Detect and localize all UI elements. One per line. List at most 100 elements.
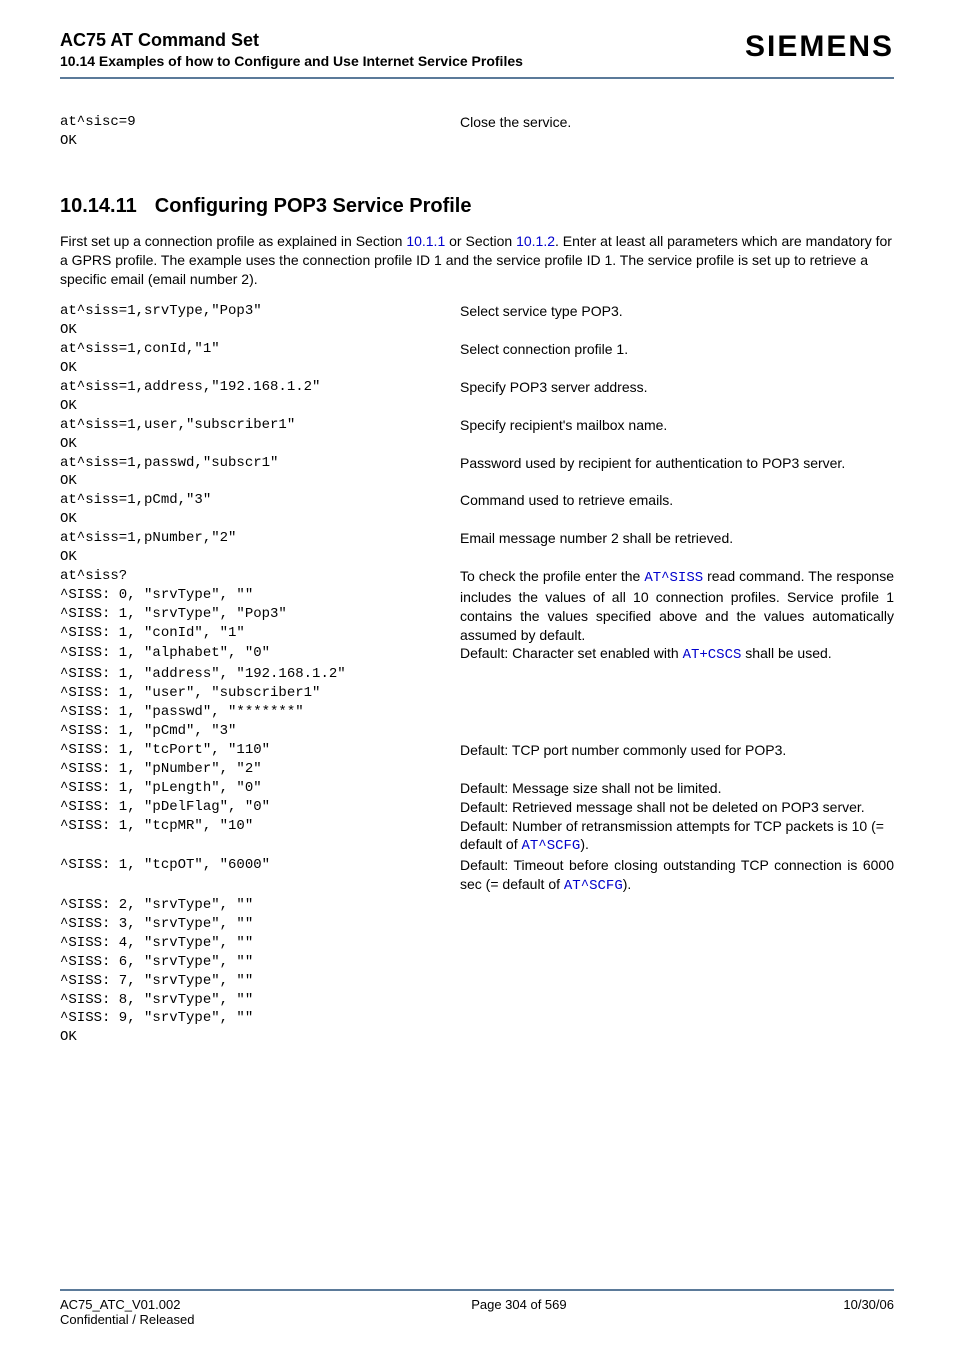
code-cell-group: at^siss=1,passwd,"subscr1" OK — [60, 454, 460, 492]
code-cell: ^SISS: 1, "user", "subscriber1" — [60, 684, 460, 703]
page-footer: AC75_ATC_V01.002 Confidential / Released… — [60, 1289, 894, 1327]
desc-cell: Command used to retrieve emails. — [460, 491, 894, 510]
code-cell-group: at^siss? ^SISS: 0, "srvType", "" ^SISS: … — [60, 567, 460, 645]
code-cell: ^SISS: 8, "srvType", "" — [60, 991, 460, 1010]
command-link[interactable]: AT^SCFG — [564, 878, 623, 894]
example-row: OK — [60, 321, 894, 340]
code-cell: ^SISS: 1, "pNumber", "2" — [60, 760, 460, 779]
desc-text: ). — [623, 876, 632, 892]
page-header: AC75 AT Command Set 10.14 Examples of ho… — [60, 30, 894, 79]
desc-cell: Default: Character set enabled with AT+C… — [460, 644, 894, 665]
code-cell: ^SISS: 1, "pCmd", "3" — [60, 722, 460, 741]
desc-cell: Default: Retrieved message shall not be … — [460, 798, 894, 817]
code-cell: at^siss=1,srvType,"Pop3" — [60, 302, 460, 321]
desc-cell: Select connection profile 1. — [460, 340, 894, 359]
example-row: OK — [60, 435, 894, 454]
doc-subtitle: 10.14 Examples of how to Configure and U… — [60, 53, 523, 69]
code-cell: ^SISS: 1, "pLength", "0" — [60, 779, 460, 798]
example-row: at^siss=1,pCmd,"3" Command used to retri… — [60, 491, 894, 510]
desc-text: Default: Timeout before closing outstand… — [460, 857, 894, 892]
example-row: at^sisc=9 Close the service. — [60, 113, 894, 132]
example-row: ^SISS: 8, "srvType", "" — [60, 991, 894, 1010]
command-link[interactable]: AT^SISS — [644, 570, 703, 586]
brand-logo: SIEMENS — [745, 30, 894, 64]
code-cell: at^siss=1,user,"subscriber1" — [60, 416, 460, 435]
desc-cell: Specify POP3 server address. — [460, 378, 894, 397]
section-title: Configuring POP3 Service Profile — [155, 195, 472, 217]
desc-cell: Email message number 2 shall be retrieve… — [460, 529, 894, 548]
desc-cell: Specify recipient's mailbox name. — [460, 416, 894, 435]
footer-confidential: Confidential / Released — [60, 1312, 194, 1327]
code-cell: ^SISS: 1, "passwd", "*******" — [60, 703, 460, 722]
footer-page-number: Page 304 of 569 — [471, 1297, 566, 1327]
code-cell: ^SISS: 1, "conId", "1" — [60, 624, 460, 643]
code-cell: at^siss=1,conId,"1" — [60, 340, 460, 359]
example-row: ^SISS: 7, "srvType", "" — [60, 972, 894, 991]
example-row: ^SISS: 1, "pCmd", "3" — [60, 722, 894, 741]
desc-cell — [460, 760, 894, 779]
example-row: at^siss=1,passwd,"subscr1" OK Password u… — [60, 454, 894, 492]
code-cell: ^SISS: 1, "pDelFlag", "0" — [60, 798, 460, 817]
command-link[interactable]: AT^SCFG — [522, 838, 581, 854]
code-cell: at^siss=1,passwd,"subscr1" — [60, 454, 460, 473]
section-link[interactable]: 10.1.2 — [516, 233, 555, 249]
desc-cell: Default: Number of retransmission attemp… — [460, 817, 894, 857]
code-cell: OK — [60, 397, 460, 416]
example-row: ^SISS: 1, "alphabet", "0" Default: Chara… — [60, 644, 894, 665]
example-row: ^SISS: 1, "tcpOT", "6000" Default: Timeo… — [60, 856, 894, 896]
desc-cell — [460, 321, 894, 340]
code-cell: ^SISS: 9, "srvType", "" — [60, 1009, 460, 1028]
example-row: OK — [60, 1028, 894, 1047]
example-row: ^SISS: 1, "user", "subscriber1" — [60, 684, 894, 703]
example-row: at^siss=1,conId,"1" Select connection pr… — [60, 340, 894, 359]
code-cell: at^sisc=9 — [60, 113, 460, 132]
desc-cell — [460, 510, 894, 529]
command-link[interactable]: AT+CSCS — [683, 647, 742, 663]
code-cell: ^SISS: 6, "srvType", "" — [60, 953, 460, 972]
code-cell: ^SISS: 3, "srvType", "" — [60, 915, 460, 934]
code-cell: ^SISS: 1, "srvType", "Pop3" — [60, 605, 460, 624]
desc-cell: Default: TCP port number commonly used f… — [460, 741, 894, 760]
example-row: at^siss=1,user,"subscriber1" Specify rec… — [60, 416, 894, 435]
example-row: ^SISS: 1, "passwd", "*******" — [60, 703, 894, 722]
desc-cell — [460, 397, 894, 416]
code-cell: OK — [60, 472, 460, 491]
code-cell: ^SISS: 4, "srvType", "" — [60, 934, 460, 953]
code-cell: OK — [60, 435, 460, 454]
desc-cell: Default: Timeout before closing outstand… — [460, 856, 894, 896]
desc-text: Default: Character set enabled with — [460, 645, 683, 661]
example-row: ^SISS: 9, "srvType", "" — [60, 1009, 894, 1028]
code-cell: OK — [60, 359, 460, 378]
desc-cell — [460, 359, 894, 378]
example-row: at^siss=1,srvType,"Pop3" Select service … — [60, 302, 894, 321]
example-row: at^siss=1,address,"192.168.1.2" Specify … — [60, 378, 894, 397]
code-cell: ^SISS: 2, "srvType", "" — [60, 896, 460, 915]
intro-text: or Section — [445, 233, 516, 249]
example-row: OK — [60, 359, 894, 378]
section-heading: 10.14.11Configuring POP3 Service Profile — [60, 195, 894, 218]
desc-text: shall be used. — [741, 645, 831, 661]
example-row: ^SISS: 1, "pLength", "0" Default: Messag… — [60, 779, 894, 798]
desc-cell: Select service type POP3. — [460, 302, 894, 321]
desc-cell: Default: Message size shall not be limit… — [460, 779, 894, 798]
desc-cell — [460, 548, 894, 567]
footer-left: AC75_ATC_V01.002 Confidential / Released — [60, 1297, 194, 1327]
desc-cell: To check the profile enter the AT^SISS r… — [460, 567, 894, 645]
example-row: OK — [60, 397, 894, 416]
code-cell: ^SISS: 1, "tcpMR", "10" — [60, 817, 460, 857]
desc-text: ). — [580, 836, 589, 852]
example-row: ^SISS: 1, "pDelFlag", "0" Default: Retri… — [60, 798, 894, 817]
page: AC75 AT Command Set 10.14 Examples of ho… — [0, 0, 954, 1351]
intro-text: First set up a connection profile as exp… — [60, 233, 406, 249]
example-row: ^SISS: 6, "srvType", "" — [60, 953, 894, 972]
code-cell: ^SISS: 1, "alphabet", "0" — [60, 644, 460, 665]
example-row: ^SISS: 1, "address", "192.168.1.2" — [60, 665, 894, 684]
code-cell: ^SISS: 1, "tcpOT", "6000" — [60, 856, 460, 896]
code-cell: OK — [60, 510, 460, 529]
desc-cell: Password used by recipient for authentic… — [460, 454, 894, 492]
code-cell: at^siss=1,pNumber,"2" — [60, 529, 460, 548]
desc-cell — [460, 132, 894, 151]
example-row: ^SISS: 1, "tcPort", "110" Default: TCP p… — [60, 741, 894, 760]
section-link[interactable]: 10.1.1 — [406, 233, 445, 249]
code-cell: OK — [60, 548, 460, 567]
